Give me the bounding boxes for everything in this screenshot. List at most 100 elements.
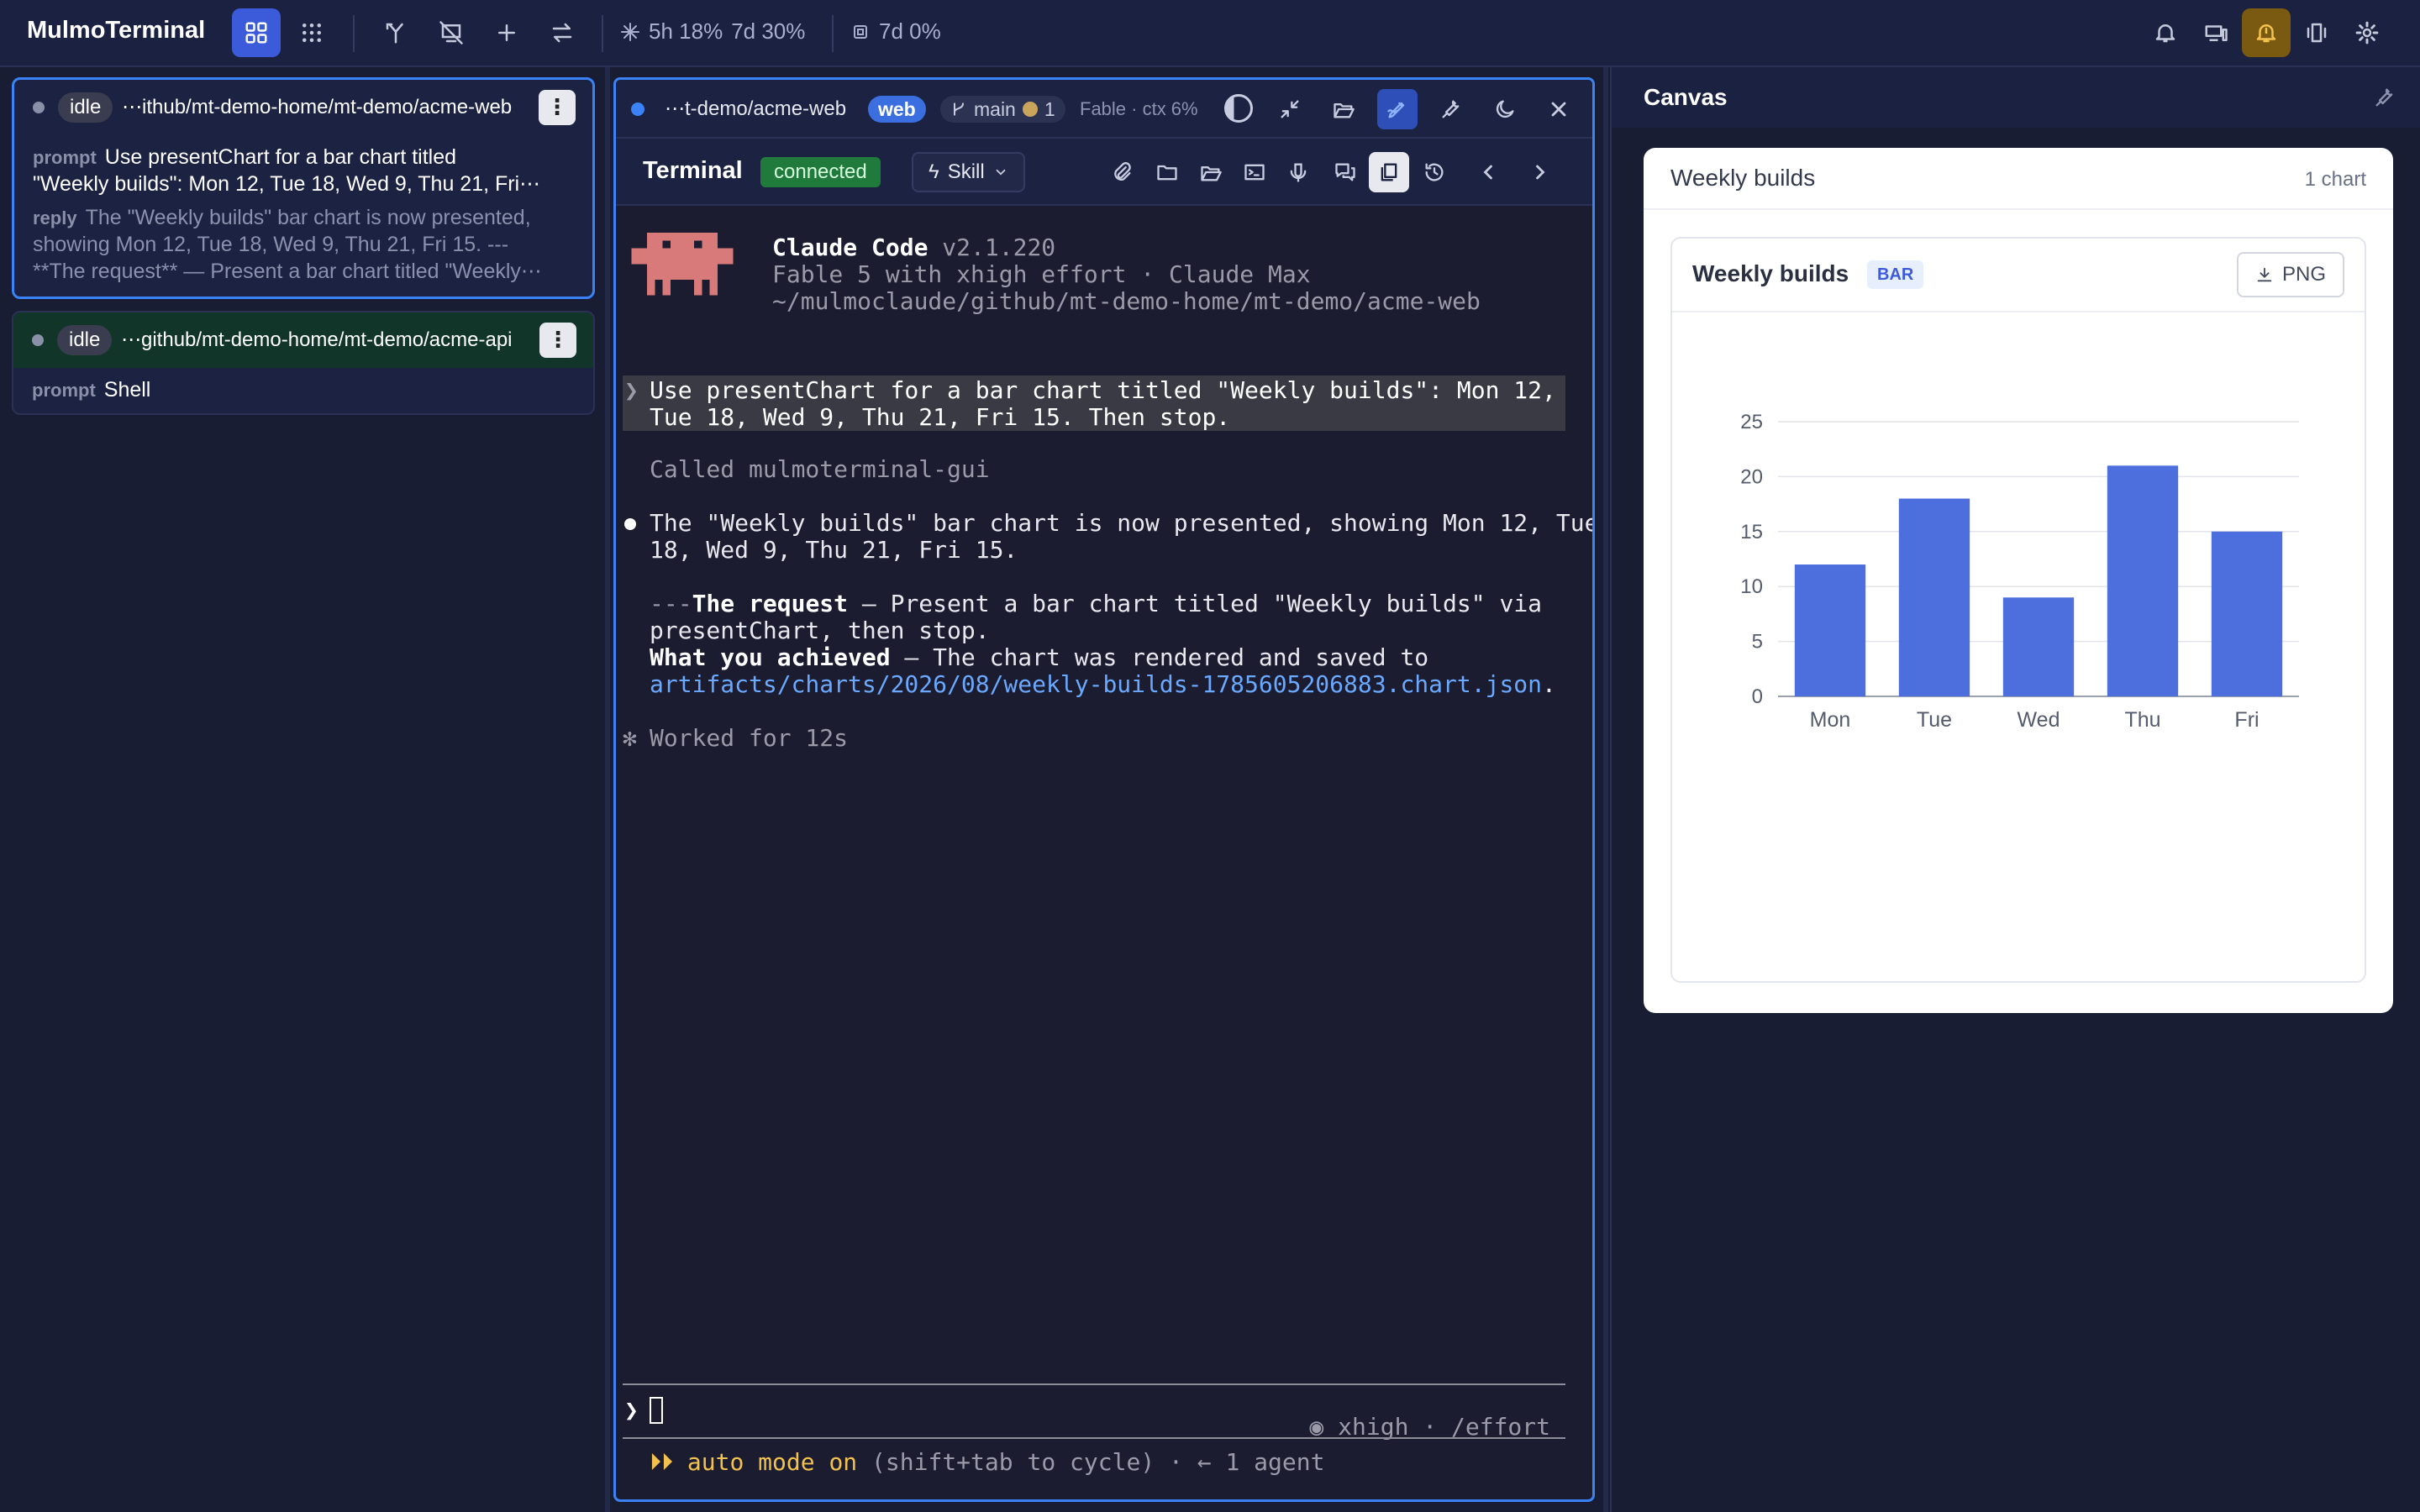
copy-button[interactable]	[1369, 152, 1409, 192]
theme-toggle-button[interactable]	[1485, 89, 1525, 129]
pencil-wave-icon	[1387, 102, 1405, 118]
status-dot	[32, 334, 44, 346]
plus-icon	[498, 24, 515, 41]
reply-text: The "Weekly builds" bar chart is now pre…	[85, 206, 531, 229]
top-bar: MulmoTerminal 5h 18% 7d 30% 7d 0%	[0, 0, 2420, 67]
grid-icon	[245, 22, 267, 44]
resize-handle[interactable]	[605, 67, 610, 1512]
history-button[interactable]	[1414, 152, 1455, 192]
connection-status-badge: connected	[760, 157, 881, 187]
input-bottom-rule	[623, 1437, 1565, 1439]
auto-mode-label: auto mode on	[687, 1448, 858, 1476]
prompt-input[interactable]: ❯	[616, 1389, 1592, 1436]
reply-line-2: 18, Wed 9, Thu 21, Fri 15.	[650, 536, 1018, 564]
session-card-acme-api[interactable]: idle ⋯github/mt-demo-home/mt-demo/acme-a…	[12, 311, 595, 415]
moon-icon	[1496, 100, 1514, 118]
bell-alert-icon	[2256, 24, 2276, 43]
cast-off-button[interactable]	[427, 8, 476, 57]
next-button[interactable]	[1520, 152, 1560, 192]
user-message-line-2: Tue 18, Wed 9, Thu 21, Fri 15. Then stop…	[650, 403, 1231, 431]
chat-button[interactable]	[1325, 152, 1365, 192]
canvas-header: Canvas	[1612, 67, 2420, 128]
session-menu-button[interactable]: ⋮	[539, 90, 576, 125]
vibrate-button[interactable]	[2292, 8, 2341, 57]
folder-button[interactable]	[1147, 152, 1187, 192]
usage-7d: 7d 30%	[731, 18, 806, 44]
chat-icon	[1335, 163, 1355, 181]
dots-grid-icon	[302, 24, 321, 42]
auto-mode-hint: (shift+tab to cycle) · ← 1 agent	[857, 1448, 1325, 1476]
canvas-tools-button[interactable]	[2365, 77, 2405, 118]
reply-line-1: The "Weekly builds" bar chart is now pre…	[650, 509, 1595, 537]
add-session-button[interactable]	[482, 8, 531, 57]
chart-container: Weekly builds BAR PNG 0 5 10 15 20 25 Mon Tue We…	[1670, 237, 2366, 983]
screen-off-icon	[439, 21, 463, 45]
chevron-right-icon	[1536, 165, 1545, 180]
paperclip-icon	[1114, 162, 1131, 181]
grid-view-button[interactable]	[232, 8, 281, 57]
usage-indicator-other: 7d 0%	[850, 18, 941, 45]
header-line-1: Claude Code v2.1.220	[772, 234, 1055, 261]
bar-tue	[1898, 498, 1970, 696]
session-reply-cont: showing Mon 12, Tue 18, Wed 9, Thu 21, F…	[33, 231, 579, 258]
attach-button[interactable]	[1102, 152, 1142, 192]
divider	[832, 15, 834, 52]
header-line-2: Fable 5 with xhigh effort · Claude Max	[772, 260, 1311, 288]
apps-button[interactable]	[287, 8, 336, 57]
x-tick-label: Thu	[2124, 708, 2160, 732]
edit-mode-button[interactable]	[1377, 89, 1418, 129]
status-dot	[33, 102, 45, 113]
request-line-2: presentChart, then stop.	[650, 617, 990, 644]
prompt-label: prompt	[32, 380, 96, 401]
tab-badge: web	[868, 96, 926, 123]
notifications-button[interactable]	[2141, 8, 2190, 57]
prompt-text: "Weekly builds": Mon 12, Tue 18, Wed 9, …	[33, 172, 541, 196]
bolt-icon: ϟ	[929, 160, 939, 183]
console-button[interactable]	[1234, 152, 1275, 192]
close-tab-button[interactable]	[1539, 89, 1579, 129]
gear-icon	[2355, 21, 2379, 45]
merge-button[interactable]	[371, 8, 420, 57]
app-title: MulmoTerminal	[27, 17, 206, 44]
devices-button[interactable]	[2191, 8, 2240, 57]
collapse-button[interactable]	[1270, 89, 1310, 129]
previous-button[interactable]	[1468, 152, 1508, 192]
x-tick-label: Wed	[2018, 708, 2060, 732]
switch-button[interactable]	[538, 8, 587, 57]
artifact-link[interactable]: artifacts/charts/2026/08/weekly-builds-1…	[650, 670, 1542, 698]
usage-5h: 5h 18%	[649, 18, 723, 44]
request-text: — Present a bar chart titled "Weekly bui…	[848, 590, 1543, 617]
session-card-acme-web[interactable]: idle ⋯ithub/mt-demo-home/mt-demo/acme-we…	[12, 77, 595, 299]
download-png-button[interactable]: PNG	[2236, 252, 2344, 297]
achieved-text: — The chart was rendered and saved to	[890, 643, 1429, 671]
session-reply: reply The "Weekly builds" bar chart is no…	[33, 204, 579, 232]
tool-call-line: Called mulmoterminal-gui	[650, 455, 990, 483]
png-label: PNG	[2281, 263, 2326, 286]
request-heading: The request	[692, 590, 849, 617]
collapse-icon	[1281, 100, 1299, 118]
open-folder-button[interactable]	[1323, 89, 1364, 129]
chevron-left-icon	[1483, 165, 1492, 180]
claude-mascot-icon	[631, 233, 734, 296]
resize-handle[interactable]	[1603, 67, 1608, 1512]
settings-button[interactable]	[2343, 8, 2391, 57]
reply-text: showing Mon 12, Tue 18, Wed 9, Thu 21, F…	[33, 233, 509, 256]
branch-status-dot	[1022, 102, 1038, 117]
tools-button[interactable]	[1431, 89, 1471, 129]
terminal-panel: ⋯t-demo/acme-web web main 1 Fable · ctx …	[613, 77, 1595, 1502]
reply-text: **The request** — Present a bar chart ti…	[33, 260, 542, 283]
rule-prefix: ---	[650, 590, 692, 617]
session-menu-button[interactable]: ⋮	[539, 323, 576, 358]
microphone-button[interactable]	[1278, 152, 1318, 192]
y-tick-label: 20	[1740, 465, 1763, 488]
branch-icon	[954, 102, 964, 116]
branch-pill[interactable]: main 1	[940, 96, 1065, 123]
terminal-output[interactable]: Claude Code v2.1.220 Fable 5 with xhigh …	[616, 206, 1592, 1499]
auto-mode-arrows-icon: ⏵⏵	[650, 1448, 674, 1476]
history-icon	[1425, 163, 1444, 181]
skill-dropdown[interactable]: ϟ Skill	[912, 152, 1025, 192]
alert-bell-button[interactable]	[2242, 8, 2291, 57]
folder-open-button[interactable]	[1191, 152, 1231, 192]
y-tick-label: 10	[1740, 575, 1763, 598]
branch-name: main	[974, 98, 1016, 120]
